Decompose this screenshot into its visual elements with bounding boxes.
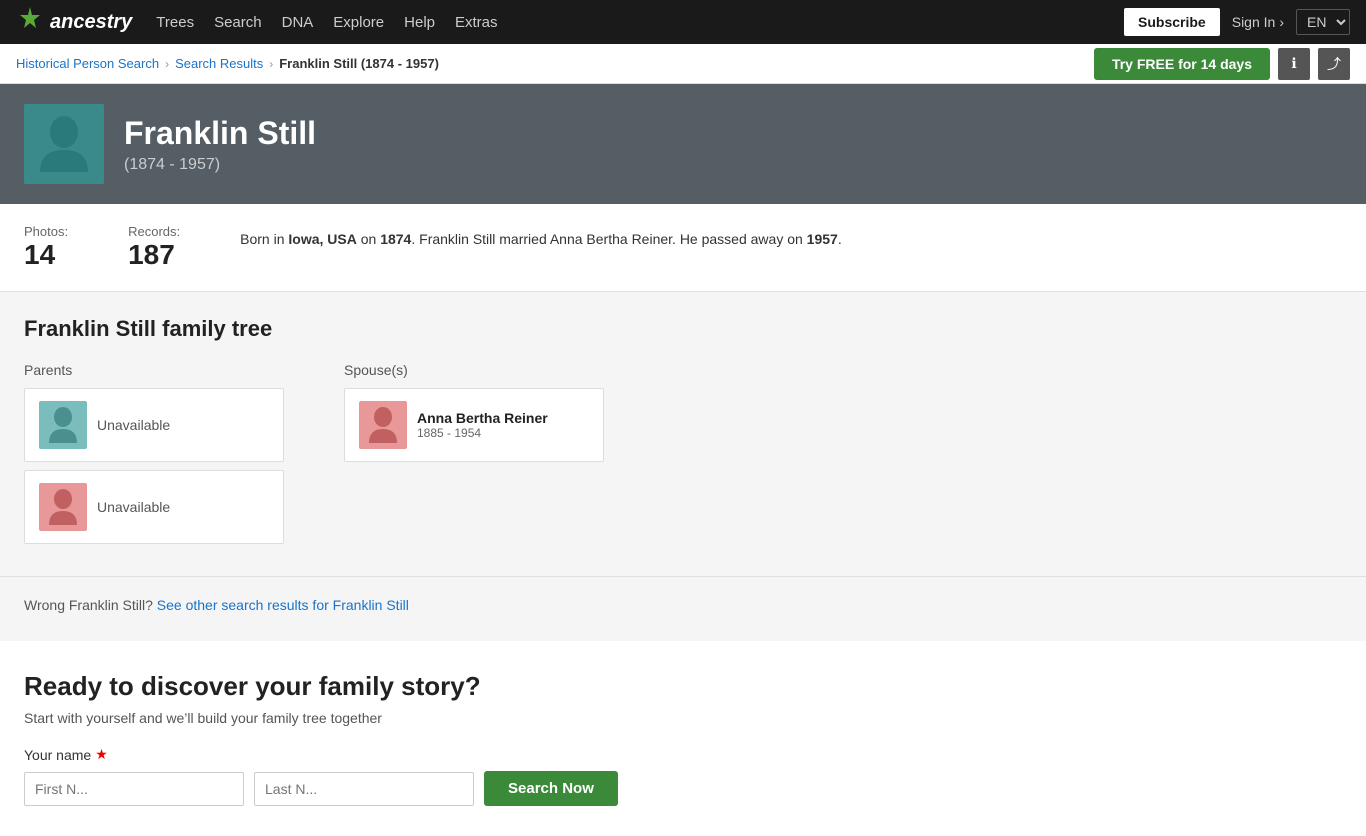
- breadcrumb: Historical Person Search › Search Result…: [16, 56, 439, 71]
- spouse-card-1[interactable]: Anna Bertha Reiner 1885 - 1954: [344, 388, 604, 462]
- profile-avatar: [24, 104, 104, 184]
- profile-info: Franklin Still (1874 - 1957): [124, 115, 316, 174]
- try-free-button[interactable]: Try FREE for 14 days: [1094, 48, 1270, 80]
- name-label: Your name ★: [24, 746, 1342, 763]
- logo-text: ancestry: [50, 11, 132, 34]
- breadcrumb-sep-1: ›: [165, 57, 169, 71]
- last-name-input[interactable]: [254, 772, 474, 806]
- logo-icon: [16, 5, 44, 39]
- breadcrumb-results[interactable]: Search Results: [175, 56, 263, 71]
- spouse-years-1: 1885 - 1954: [417, 426, 548, 440]
- avatar-silhouette: [36, 114, 92, 174]
- parents-label: Parents: [24, 362, 304, 378]
- spouse-name-1: Anna Bertha Reiner: [417, 410, 548, 426]
- parent-info-2: Unavailable: [97, 499, 170, 515]
- spouse-avatar-1: [359, 401, 407, 449]
- photos-label: Photos:: [24, 224, 68, 239]
- spouses-col: Spouse(s) Anna Bertha Reiner 1885 - 1954: [344, 362, 624, 552]
- profile-years: (1874 - 1957): [124, 156, 316, 174]
- logo[interactable]: ancestry: [16, 5, 132, 39]
- records-count: 187: [128, 239, 180, 271]
- family-tree-section: Franklin Still family tree Parents Unava…: [0, 292, 1366, 576]
- nav-dna[interactable]: DNA: [282, 14, 314, 31]
- family-tree-title: Franklin Still family tree: [24, 316, 1342, 342]
- records-stat: Records: 187: [128, 224, 180, 271]
- stats-bar: Photos: 14 Records: 187 Born in Iowa, US…: [0, 204, 1366, 292]
- info-button[interactable]: ℹ: [1278, 48, 1310, 80]
- breadcrumb-sep-2: ›: [269, 57, 273, 71]
- nav-trees[interactable]: Trees: [156, 14, 194, 31]
- nav-right: Subscribe Sign In › EN FR DE: [1124, 8, 1350, 36]
- breadcrumb-historical[interactable]: Historical Person Search: [16, 56, 159, 71]
- discovery-section: Ready to discover your family story? Sta…: [0, 633, 1366, 836]
- parents-col: Parents Unavailable: [24, 362, 304, 552]
- parent-card-2[interactable]: Unavailable: [24, 470, 284, 544]
- profile-header: Franklin Still (1874 - 1957): [0, 84, 1366, 204]
- nav-extras[interactable]: Extras: [455, 14, 498, 31]
- spouses-label: Spouse(s): [344, 362, 624, 378]
- parent-name-1: Unavailable: [97, 417, 170, 433]
- photos-count: 14: [24, 239, 68, 271]
- breadcrumb-actions: Try FREE for 14 days ℹ ⤴: [1094, 48, 1350, 80]
- first-name-input[interactable]: [24, 772, 244, 806]
- nav-search[interactable]: Search: [214, 14, 262, 31]
- required-star: ★: [95, 746, 108, 763]
- profile-name: Franklin Still: [124, 115, 316, 152]
- nav-explore[interactable]: Explore: [333, 14, 384, 31]
- breadcrumb-bar: Historical Person Search › Search Result…: [0, 44, 1366, 84]
- top-nav: ancestry Trees Search DNA Explore Help E…: [0, 0, 1366, 44]
- share-button[interactable]: ⤴: [1318, 48, 1350, 80]
- nav-links: Trees Search DNA Explore Help Extras: [156, 14, 1100, 31]
- parent-avatar-2: [39, 483, 87, 531]
- language-select[interactable]: EN FR DE: [1296, 9, 1350, 35]
- discovery-subtitle: Start with yourself and we’ll build your…: [24, 710, 1342, 726]
- parent-info-1: Unavailable: [97, 417, 170, 433]
- breadcrumb-current: Franklin Still (1874 - 1957): [279, 56, 439, 71]
- bio-text: Born in Iowa, USA on 1874. Franklin Stil…: [240, 224, 1342, 271]
- photos-stat: Photos: 14: [24, 224, 68, 271]
- records-label: Records:: [128, 224, 180, 239]
- family-columns: Parents Unavailable: [24, 362, 1342, 552]
- discovery-title: Ready to discover your family story?: [24, 671, 1342, 702]
- parent-avatar-1: [39, 401, 87, 449]
- wrong-person-link[interactable]: See other search results for Franklin St…: [157, 597, 409, 613]
- subscribe-button[interactable]: Subscribe: [1124, 8, 1220, 36]
- signin-link[interactable]: Sign In ›: [1232, 14, 1284, 30]
- parent-card-1[interactable]: Unavailable: [24, 388, 284, 462]
- nav-help[interactable]: Help: [404, 14, 435, 31]
- spouse-info-1: Anna Bertha Reiner 1885 - 1954: [417, 410, 548, 440]
- search-now-button[interactable]: Search Now: [484, 771, 618, 806]
- parent-name-2: Unavailable: [97, 499, 170, 515]
- name-inputs: Search Now: [24, 771, 1342, 806]
- wrong-person-text: Wrong Franklin Still?: [24, 597, 153, 613]
- wrong-person-section: Wrong Franklin Still? See other search r…: [0, 576, 1366, 633]
